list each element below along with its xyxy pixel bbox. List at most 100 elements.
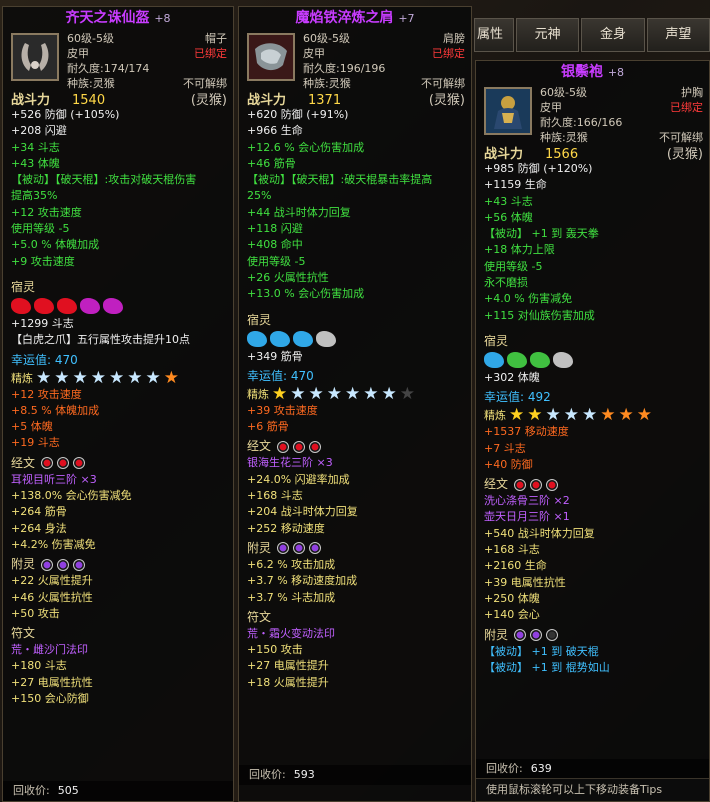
stat-line: 使用等级 -5 <box>484 259 543 273</box>
stat-line: +620 防御 (+91%) <box>247 108 349 121</box>
attach-label: 附灵 <box>247 540 272 555</box>
spirit-icons <box>484 350 709 370</box>
stat-line: +264 身法 <box>11 521 67 535</box>
stat-line: +138.0% 会心伤害减免 <box>11 489 132 503</box>
spirit-icons <box>247 329 471 349</box>
stat-line: +18 体力上限 <box>484 243 555 257</box>
gem-socket-icon <box>57 558 70 571</box>
bound-status: 已绑定 <box>432 47 465 60</box>
item-level: 60级-5级 <box>67 32 114 45</box>
combat-power: 战斗力 1566 (灵猴) <box>484 147 703 162</box>
stat-line: 【被动】 +1 到 破天棍 <box>484 644 599 658</box>
stat-line: +12 攻击速度 <box>11 387 82 401</box>
stat-line: 使用等级 -5 <box>247 254 306 268</box>
spirit-stats: +349 筋骨 <box>247 349 471 365</box>
refine-label: 精炼 <box>11 371 33 385</box>
tab-jinshen[interactable]: 金身 <box>581 18 645 52</box>
refine-star-icon: ★ <box>127 367 143 388</box>
item-icon <box>247 33 295 81</box>
stat-line: +4.2% 伤害减免 <box>11 537 96 551</box>
bound-status: 已绑定 <box>670 101 703 114</box>
scripture-gems <box>277 440 322 453</box>
refine-star-icon: ★ <box>582 405 598 426</box>
item-material: 皮甲 <box>303 47 325 60</box>
spirit-stats: +302 体魄 <box>484 370 709 386</box>
refine-star-icon: ★ <box>36 367 52 388</box>
scripture-stats: +540 战斗时体力回复 +168 斗志 +2160 生命 +39 电属性抗性 +250… <box>484 526 709 624</box>
stat-line: 洗心涤骨三阶 ×2 <box>484 494 570 508</box>
refine-star-icon: ★ <box>163 367 179 388</box>
spirit-beast-icon <box>293 330 313 347</box>
gem-socket-icon <box>73 457 86 470</box>
stat-list: +526 防御 (+105%) +208 闪避 +34 斗志 +43 体魄 【被动】【破… <box>11 107 233 270</box>
item-name: 银鬃袍 +8 <box>560 64 625 80</box>
stat-line: +168 斗志 <box>484 543 540 557</box>
stat-line: +13.0 % 会心伤害加成 <box>247 287 365 301</box>
attach-gems <box>514 629 559 642</box>
spirit-label: 宿灵 <box>247 312 272 327</box>
spirit-beast-icon <box>270 330 290 347</box>
stat-line: +408 命中 <box>247 238 303 252</box>
tab-yuanshen[interactable]: 元神 <box>516 18 580 52</box>
recycle-price: 回收价: 639 <box>476 759 709 779</box>
item-material: 皮甲 <box>67 47 89 60</box>
stat-line: +12 攻击速度 <box>11 205 82 219</box>
rune-label: 符文 <box>247 609 272 624</box>
stat-line: +46 筋骨 <box>247 156 296 170</box>
tooltip-helmet: 齐天之诛仙盔 +8 60级-5级 帽子 皮甲 已绑定 耐久度:174/174 种族:… <box>2 6 234 802</box>
combat-power: 战斗力 1540 (灵猴) <box>11 93 227 108</box>
stat-line: +150 攻击 <box>247 643 303 657</box>
gem-socket-icon <box>514 478 527 491</box>
gem-socket-icon <box>309 542 322 555</box>
refine-stats: +39 攻击速度 +6 筋骨 <box>247 403 471 436</box>
stat-line: 耳视目听三阶 ×3 <box>11 472 97 486</box>
stat-line: +4.0 % 伤害减免 <box>484 292 573 306</box>
item-level: 60级-5级 <box>540 86 587 99</box>
stat-line: +24.0% 闪避率加成 <box>247 472 350 486</box>
combat-power: 战斗力 1371 (灵猴) <box>247 93 465 108</box>
stat-line: +1159 生命 <box>484 178 547 192</box>
stat-line: +44 战斗时体力回复 <box>247 205 351 219</box>
stat-line: 【白虎之爪】五行属性攻击提升10点 <box>11 333 190 347</box>
spirit-beast-icon <box>553 351 573 368</box>
tab-attributes[interactable]: 属性 <box>474 18 514 52</box>
luck-value: 幸运值: 470 <box>11 352 78 367</box>
gem-socket-icon <box>546 629 559 642</box>
gem-socket-icon <box>293 542 306 555</box>
gem-socket-icon <box>546 478 559 491</box>
stat-line: +19 斗志 <box>11 436 60 450</box>
scripture-stats: +24.0% 闪避率加成 +168 斗志 +204 战斗时体力回复 +252 移动速度 <box>247 472 471 537</box>
stat-line: +50 攻击 <box>11 606 60 620</box>
refine-star-icon: ★ <box>90 367 106 388</box>
refine-star-icon: ★ <box>272 383 288 404</box>
stat-line: +168 斗志 <box>247 489 303 503</box>
recycle-price: 回收价: 505 <box>3 781 233 801</box>
luck-value: 幸运值: 470 <box>247 368 314 383</box>
gem-socket-icon <box>309 440 322 453</box>
refine-star-icon: ★ <box>109 367 125 388</box>
stat-line: 【被动】 +1 到 轰天拳 <box>484 227 599 241</box>
spirit-stats: +1299 斗志 【白虎之爪】五行属性攻击提升10点 <box>11 316 233 349</box>
stat-line: 银海生花三阶 ×3 <box>247 456 333 470</box>
stat-line: +6 筋骨 <box>247 420 289 434</box>
spirit-beast-icon <box>484 351 504 368</box>
refine-star-icon: ★ <box>290 383 306 404</box>
gem-socket-icon <box>277 542 290 555</box>
tab-reputation[interactable]: 声望 <box>646 18 710 52</box>
gem-socket-icon <box>530 478 543 491</box>
stat-line: +6.2 % 攻击加成 <box>247 557 336 571</box>
gem-socket-icon <box>73 558 86 571</box>
attach-label: 附灵 <box>484 627 509 642</box>
item-slot: 肩膀 <box>443 32 465 45</box>
stat-line: +27 电属性抗性 <box>11 675 93 689</box>
attach-stats: +22 火属性提升 +46 火属性抗性 +50 攻击 <box>11 573 233 622</box>
stat-line: +180 斗志 <box>11 659 67 673</box>
refine-stars: ★ ★ ★ ★ ★ ★ ★ ★ <box>509 406 652 424</box>
refine-star-icon: ★ <box>399 383 415 404</box>
stat-line: +22 火属性提升 <box>11 574 93 588</box>
spirit-beast-icon <box>103 297 123 314</box>
refine-star-icon: ★ <box>618 405 634 426</box>
rune-name: 荒・雌沙门法印 <box>11 643 88 657</box>
refine-star-icon: ★ <box>563 405 579 426</box>
spirit-beast-icon <box>80 297 100 314</box>
